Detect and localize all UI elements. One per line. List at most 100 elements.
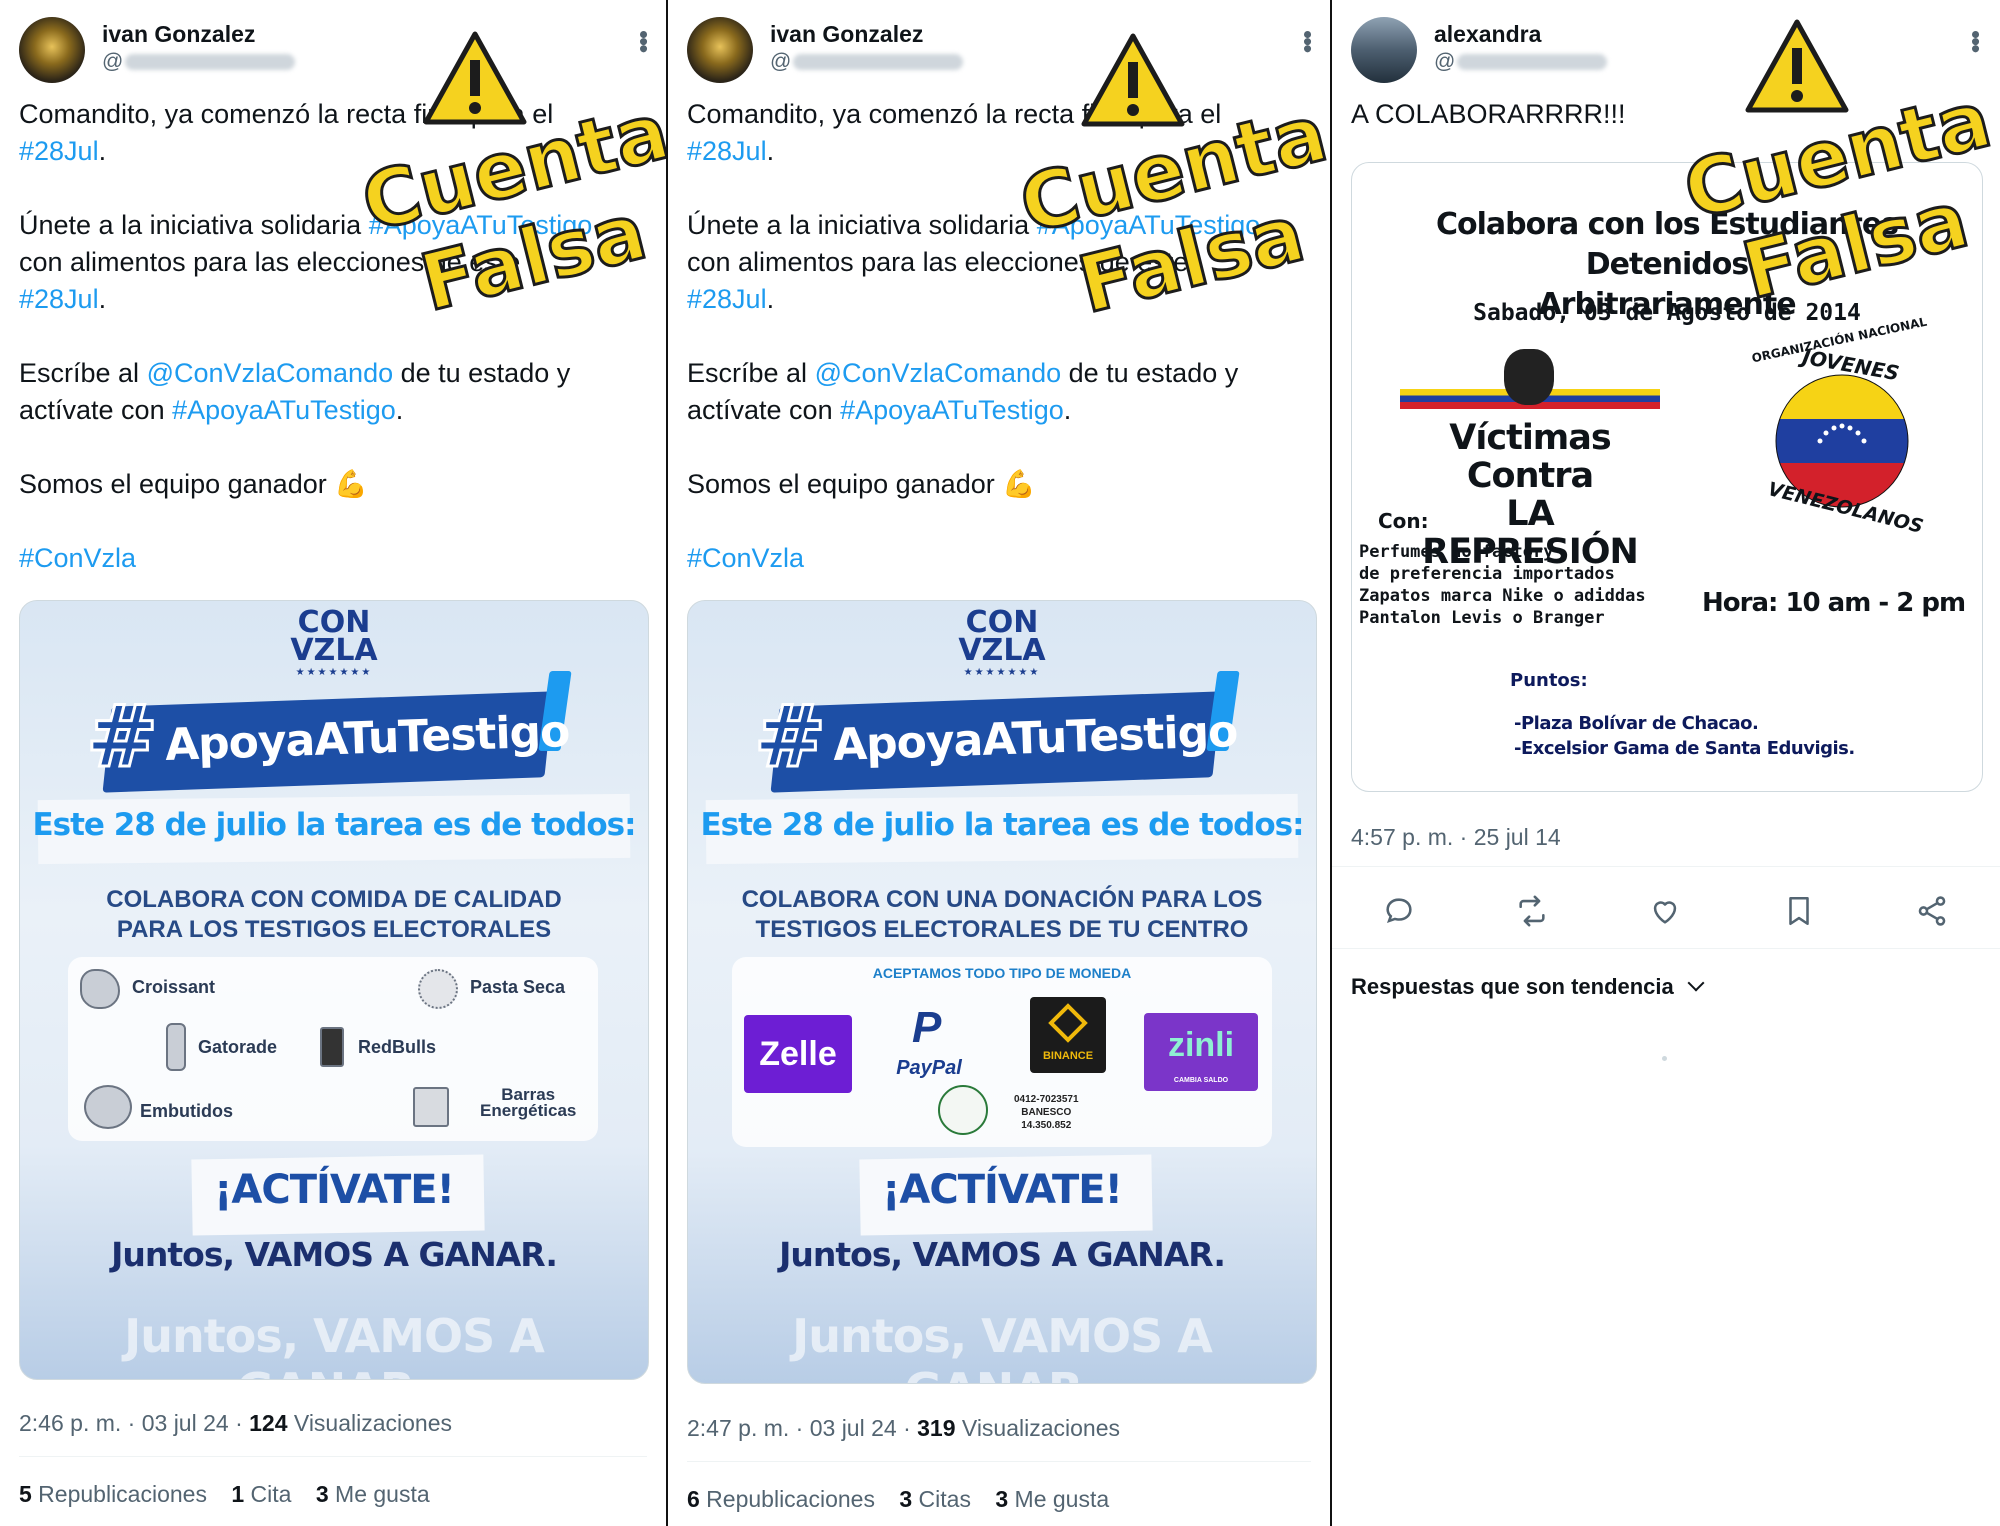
bank-line: 14.350.852 [1021,1120,1072,1131]
quotes-count: 1 [231,1481,245,1507]
loading-indicator [1662,1056,1667,1061]
likes-count: 3 [315,1481,329,1507]
mention-link[interactable]: @ConVzlaComando [147,358,394,388]
vamos-text: Juntos, VAMOS A GANAR. [779,1235,1226,1274]
hashtag-link[interactable]: #ApoyaATuTestigo [369,210,593,240]
views-count: 124 [249,1410,288,1436]
text-line: Comandito, ya comenzó la recta final par… [687,99,1222,129]
flyer-title-line: Colabora con los Estudiantes Detenidos [1435,207,1899,282]
mention-link[interactable]: @ConVzlaComando [815,358,1062,388]
hashtag-link[interactable]: #28Jul [687,136,767,166]
tweet-image[interactable]: Colabora con los Estudiantes Detenidos Ar… [1351,162,1983,792]
more-icon[interactable]: ••• [1960,30,1991,51]
hashtag-link[interactable]: #ApoyaATuTestigo [1037,210,1261,240]
reply-icon[interactable] [1382,894,1416,928]
activate-text: ¡ACTÍVATE! [882,1167,1123,1213]
repost-icon[interactable] [1515,894,1549,928]
hashtag-link[interactable]: #ConVzla [19,543,136,573]
text-line: Únete a la iniciativa solidaria [687,210,1037,240]
more-icon[interactable]: ••• [1292,30,1323,51]
timestamp[interactable]: 2:47 p. m. · 03 jul 24 · [687,1415,917,1441]
paypal-logo: P PayPal [884,1003,974,1079]
text-line: con alimentos para las elecciones de est… [19,247,521,277]
list-item: Perfumes no factory [1359,542,1554,562]
quotes-stat[interactable]: 3 Citas [899,1486,971,1512]
author-name[interactable]: alexandra [1434,21,1541,48]
vamos-ghost-text: Juntos, VAMOS A GANAR. [792,1309,1213,1383]
victimas-line: Víctimas Contra [1449,418,1611,496]
accept-text: ACEPTAMOS TODO TIPO DE MONEDA [872,965,1132,981]
more-icon[interactable]: ••• [628,30,659,51]
trending-replies-dropdown[interactable]: Respuestas que son tendencia [1351,974,1705,1000]
tweet-text: Comandito, ya comenzó la recta final par… [19,96,592,577]
bottle-icon [166,1023,186,1071]
share-icon[interactable] [1915,894,1949,928]
binance-label: BINANCE [1042,1050,1094,1062]
tweet-column-1: ivan Gonzalez @ ••• Comandito, ya comenz… [0,0,666,1526]
hashtag-link[interactable]: #ConVzla [687,543,804,573]
hashtag-link[interactable]: #ApoyaATuTestigo [840,395,1064,425]
quotes-label: Cita [244,1481,292,1507]
puntos-label: Puntos: [1510,670,1588,691]
subtitle-line: TESTIGOS ELECTORALES DE TU CENTRO [755,916,1249,943]
author-handle[interactable]: @ [1434,50,1608,74]
text-line: Somos el equipo ganador 💪 [687,469,1036,499]
quotes-stat[interactable]: 1 Cita [231,1481,291,1507]
items-list: Perfumes no factory de preferencia impor… [1359,541,1646,629]
avatar[interactable] [19,17,85,83]
warning-icon [1745,19,1849,113]
zinli-logo: zinli CAMBIA SALDO [1144,1013,1258,1091]
paypal-label: PayPal [896,1057,962,1079]
likes-stat[interactable]: 3 Me gusta [995,1486,1109,1512]
bank-line: BANESCO [1021,1107,1072,1118]
timestamp[interactable]: 4:57 p. m. · 25 jul 14 [1351,824,1561,851]
punto-item: -Plaza Bolívar de Chacao. [1514,713,1759,734]
binance-logo: BINANCE [1030,997,1106,1073]
author-handle[interactable]: @ [770,50,964,74]
tweet-meta: 2:47 p. m. · 03 jul 24 · 319 Visualizaci… [687,1415,1120,1442]
reposts-stat[interactable]: 6 Republicaciones [687,1486,875,1512]
tweet-image[interactable]: CON VZLA ★★★★★★★ # ApoyaATuTestigo Este 2… [687,600,1317,1384]
trending-label: Respuestas que son tendencia [1351,974,1674,999]
reposts-stat[interactable]: 5 Republicaciones [19,1481,207,1507]
handle-blurred [793,54,964,71]
avatar[interactable] [1351,17,1417,83]
reposts-count: 6 [687,1486,700,1512]
divider [1332,948,2000,949]
hashtag-link[interactable]: #ApoyaATuTestigo [172,395,396,425]
paypal-icon: P [912,1003,942,1052]
author-name[interactable]: ivan Gonzalez [102,21,255,48]
reposts-count: 5 [19,1481,32,1507]
poster-subtitle: COLABORA CON COMIDA DE CALIDAD PARA LOS T… [20,885,648,945]
banner-hash: # [752,686,827,789]
text-line: Somos el equipo ganador 💪 [19,469,368,499]
like-icon[interactable] [1648,894,1682,928]
avatar[interactable] [687,17,753,83]
quotes-count: 3 [899,1486,913,1512]
hashtag-link[interactable]: #28Jul [19,136,99,166]
author-name[interactable]: ivan Gonzalez [770,21,923,48]
reposts-label: Republicaciones [31,1481,207,1507]
author-handle[interactable]: @ [102,50,296,74]
views-count: 319 [917,1415,956,1441]
bookmark-icon[interactable] [1782,894,1816,928]
handle-blurred [125,54,296,71]
hashtag-link[interactable]: #28Jul [19,284,99,314]
text-line: Comandito, ya comenzó la recta final par… [19,99,554,129]
timestamp[interactable]: 2:46 p. m. · 03 jul 24 · [19,1410,249,1436]
views-label: Visualizaciones [955,1415,1121,1441]
likes-count: 3 [995,1486,1009,1512]
subtitle-line: PARA LOS TESTIGOS ELECTORALES [116,916,552,943]
pasta-icon [418,969,458,1009]
text-line: de tu estado y [393,358,571,388]
tweet-image[interactable]: CON VZLA ★★★★★★★ # ApoyaATuTestigo Este 2… [19,600,649,1380]
binance-icon [1048,1003,1088,1043]
poster-date: Este 28 de julio la tarea es de todos: [700,807,1304,843]
vamos-text: Juntos, VAMOS A GANAR. [111,1235,558,1274]
tweet-text: Comandito, ya comenzó la recta final par… [687,96,1260,577]
bar-icon [413,1087,449,1127]
likes-stat[interactable]: 3 Me gusta [316,1481,430,1507]
tweet-stats: 6 Republicaciones 3 Citas 3 Me gusta [687,1486,1127,1513]
hashtag-link[interactable]: #28Jul [687,284,767,314]
list-item: Pantalon Levis o Branger [1359,608,1605,628]
